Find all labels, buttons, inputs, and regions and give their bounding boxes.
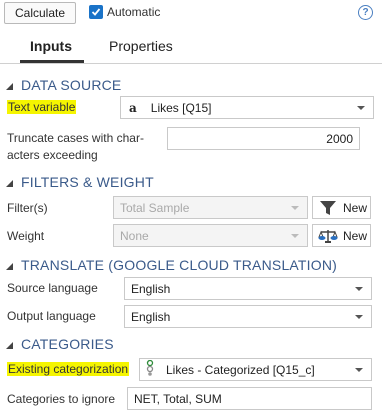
section-translate[interactable]: TRANSLATE (GOOGLE CLOUD TRANSLATION)	[6, 256, 337, 274]
text-type-icon: a	[129, 100, 137, 115]
text-variable-label: Text variable	[7, 100, 77, 114]
section-categories[interactable]: CATEGORIES	[6, 335, 114, 353]
section-title: TRANSLATE (GOOGLE CLOUD TRANSLATION)	[21, 257, 338, 273]
new-filter-button[interactable]: New	[312, 196, 371, 219]
weight-value: None	[120, 228, 149, 243]
text-variable-dropdown[interactable]: a Likes [Q15]	[120, 96, 374, 119]
collapse-triangle-icon	[6, 341, 13, 349]
output-language-label: Output language	[7, 309, 96, 323]
toolbar: Calculate Automatic ?	[0, 0, 382, 28]
section-data-source[interactable]: DATA SOURCE	[6, 76, 121, 94]
categorical-variable-icon	[146, 359, 156, 379]
weight-label: Weight	[7, 229, 45, 243]
chevron-down-icon	[291, 206, 299, 210]
truncate-label: Truncate cases with char- acters exceedi…	[7, 131, 144, 162]
text-variable-value: Likes [Q15]	[150, 100, 212, 115]
chevron-down-icon	[291, 234, 299, 238]
filters-label: Filter(s)	[7, 201, 48, 215]
truncate-input[interactable]: 2000	[167, 127, 360, 150]
new-weight-button[interactable]: New	[312, 224, 371, 247]
output-language-dropdown[interactable]: English	[124, 305, 372, 328]
chevron-down-icon	[357, 106, 365, 110]
section-filters-weight[interactable]: FILTERS & WEIGHT	[6, 173, 154, 191]
new-weight-label: New	[343, 228, 368, 243]
section-title: CATEGORIES	[21, 336, 114, 352]
categories-to-ignore-label: Categories to ignore	[7, 392, 116, 406]
existing-categorization-dropdown[interactable]: Likes - Categorized [Q15_c]	[139, 358, 372, 381]
tab-bar: Inputs Properties	[0, 28, 382, 64]
filters-value: Total Sample	[120, 200, 190, 215]
source-language-dropdown[interactable]: English	[124, 277, 372, 300]
checkmark-icon	[91, 8, 101, 16]
weight-dropdown[interactable]: None	[113, 224, 308, 247]
source-language-label: Source language	[7, 281, 98, 295]
help-icon[interactable]: ?	[358, 5, 373, 20]
chevron-down-icon	[355, 287, 363, 291]
tab-inputs[interactable]: Inputs	[30, 38, 72, 54]
source-language-value: English	[131, 281, 171, 296]
chevron-down-icon	[355, 315, 363, 319]
existing-categorization-value: Likes - Categorized [Q15_c]	[166, 362, 315, 377]
chevron-down-icon	[355, 368, 363, 372]
automatic-checkbox[interactable]	[89, 5, 103, 19]
new-filter-label: New	[343, 200, 368, 215]
tab-properties[interactable]: Properties	[109, 38, 173, 54]
collapse-triangle-icon	[6, 179, 13, 187]
automatic-label: Automatic	[107, 5, 161, 19]
categories-to-ignore-input[interactable]: NET, Total, SUM	[127, 387, 372, 410]
collapse-triangle-icon	[6, 82, 13, 90]
filter-icon	[317, 200, 339, 216]
active-tab-indicator	[20, 60, 84, 63]
output-language-value: English	[131, 309, 171, 324]
collapse-triangle-icon	[6, 262, 13, 270]
calculate-button[interactable]: Calculate	[4, 2, 76, 24]
section-title: DATA SOURCE	[21, 77, 122, 93]
section-title: FILTERS & WEIGHT	[21, 174, 154, 190]
existing-categorization-label: Existing categorization	[7, 362, 130, 376]
scale-icon	[317, 228, 339, 244]
filters-dropdown[interactable]: Total Sample	[113, 196, 308, 219]
